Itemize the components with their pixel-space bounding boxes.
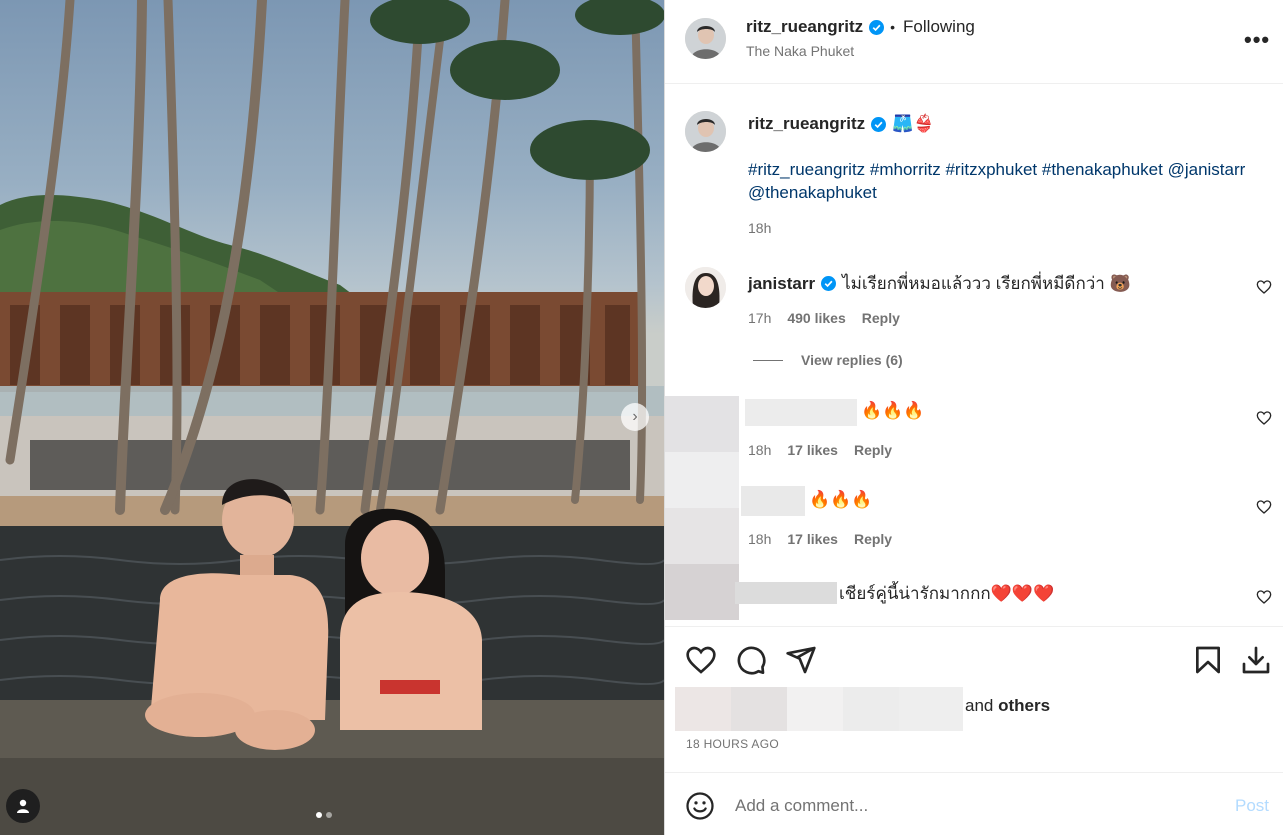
blurred-username	[735, 582, 837, 604]
like-comment-heart-icon[interactable]	[1256, 499, 1272, 515]
view-replies-button[interactable]: View replies (6)	[753, 352, 903, 368]
comment-time[interactable]: 18h	[748, 442, 771, 458]
comment-meta: 18h 17 likes Reply	[748, 531, 892, 547]
verified-badge-icon	[821, 276, 837, 291]
author-username[interactable]: ritz_rueangritz	[746, 17, 863, 37]
verified-badge-icon	[871, 116, 887, 132]
hashtag-link[interactable]: #mhorritz	[870, 160, 946, 179]
commenter-avatar[interactable]	[685, 267, 726, 308]
blurred-liker-name	[787, 687, 843, 731]
comment-meta: 17h 490 likes Reply	[748, 310, 900, 326]
mention-link[interactable]: @janistarr	[1168, 160, 1246, 179]
caption-avatar[interactable]	[685, 111, 726, 152]
follow-status[interactable]: • Following	[890, 17, 975, 37]
replies-divider	[753, 359, 783, 361]
avatar-image	[685, 111, 726, 152]
comment-text: เชียร์คู่นี้น่ารักมากกก❤️❤️❤️	[839, 584, 1055, 603]
caption-username[interactable]: ritz_rueangritz	[748, 114, 865, 134]
post-actions: and others 18 HOURS AGO	[665, 626, 1283, 772]
hashtag-link[interactable]: #thenakaphuket	[1042, 160, 1168, 179]
caption-emojis: 🩳👙	[892, 114, 935, 134]
like-comment-heart-icon[interactable]	[1256, 279, 1272, 295]
likes-others: others	[998, 696, 1051, 715]
post-timestamp[interactable]: 18 HOURS AGO	[686, 737, 779, 751]
caption-hashtags: #ritz_rueangritz #mhorritz #ritzxphuket …	[748, 158, 1278, 204]
comment-text: 🔥🔥🔥	[809, 490, 873, 510]
user-icon	[17, 799, 29, 813]
comment-likes[interactable]: 490 likes	[787, 310, 845, 326]
like-heart-icon[interactable]	[685, 644, 717, 676]
reply-button[interactable]: Reply	[854, 442, 892, 458]
post-header: ritz_rueangritz • Following The Naka Phu…	[665, 0, 1283, 84]
save-bookmark-icon[interactable]	[1192, 644, 1224, 676]
like-comment-heart-icon[interactable]	[1256, 589, 1272, 605]
reply-button[interactable]: Reply	[854, 531, 892, 547]
comment-time[interactable]: 18h	[748, 531, 771, 547]
blurred-avatar	[665, 452, 739, 508]
carousel-dot	[326, 812, 332, 818]
caption-header: ritz_rueangritz 🩳👙	[748, 114, 934, 134]
post-photo[interactable]: ›	[0, 0, 664, 835]
blurred-liker-name	[843, 687, 899, 731]
likes-summary[interactable]: and others	[965, 696, 1050, 716]
add-comment-input[interactable]	[735, 793, 1205, 819]
like-comment-heart-icon[interactable]	[1256, 410, 1272, 426]
comment-bubble-icon[interactable]	[735, 644, 767, 676]
comment-text: ไม่เรียกพี่หมอแล้ววว เรียกพี่หมีดีกว่า 🐻	[842, 274, 1131, 293]
carousel-dot-active	[316, 812, 322, 818]
verified-badge-icon	[869, 19, 885, 35]
carousel-indicator	[316, 812, 332, 818]
blurred-avatar	[665, 508, 739, 564]
comment-text: 🔥🔥🔥	[861, 401, 925, 421]
blurred-username	[745, 399, 857, 426]
emoji-smiley-icon[interactable]	[685, 791, 715, 821]
caption-time[interactable]: 18h	[748, 220, 771, 236]
post-location[interactable]: The Naka Phuket	[746, 43, 854, 59]
comment-body: janistarr ไม่เรียกพี่หมอแล้ววว เรียกพี่ห…	[748, 270, 1131, 297]
avatar-image	[685, 18, 726, 59]
post-image	[0, 0, 664, 835]
separator-dot: •	[890, 19, 896, 35]
comment-likes[interactable]: 17 likes	[787, 531, 838, 547]
add-comment-bar: Post	[665, 772, 1283, 835]
author-avatar[interactable]	[685, 18, 726, 59]
following-label: Following	[903, 17, 975, 36]
blurred-liker-avatar	[731, 687, 787, 731]
blurred-liker-name	[899, 687, 963, 731]
likes-prefix: and	[965, 696, 994, 715]
post-details-panel: ritz_rueangritz • Following The Naka Phu…	[664, 0, 1283, 835]
author-name-row: ritz_rueangritz • Following	[746, 17, 975, 37]
hashtag-link[interactable]: #ritz_rueangritz	[748, 160, 870, 179]
blurred-username	[741, 486, 805, 516]
avatar-image	[685, 267, 726, 308]
blurred-avatar	[665, 396, 739, 452]
tagged-users-button[interactable]	[6, 789, 40, 823]
view-replies-label: View replies (6)	[801, 352, 903, 368]
download-icon[interactable]	[1240, 644, 1272, 676]
reply-button[interactable]: Reply	[862, 310, 900, 326]
next-slide-button[interactable]: ›	[621, 403, 649, 431]
comment-time[interactable]: 17h	[748, 310, 771, 326]
post-comment-button[interactable]: Post	[1235, 796, 1269, 816]
comment-meta: 18h 17 likes Reply	[748, 442, 892, 458]
comment-username[interactable]: janistarr	[748, 274, 815, 294]
mention-link[interactable]: @thenakaphuket	[748, 183, 877, 202]
hashtag-link[interactable]: #ritzxphuket	[945, 160, 1041, 179]
share-paper-plane-icon[interactable]	[785, 644, 817, 676]
blurred-avatar	[665, 564, 739, 620]
comment-likes[interactable]: 17 likes	[787, 442, 838, 458]
blurred-liker-avatar	[675, 687, 731, 731]
more-options-icon[interactable]: •••	[1244, 27, 1270, 53]
